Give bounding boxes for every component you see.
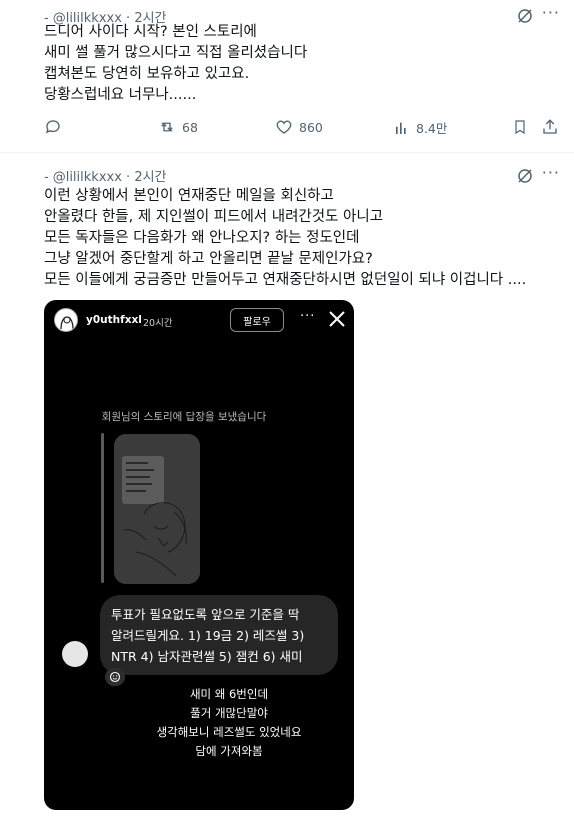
- close-icon[interactable]: [327, 309, 347, 329]
- thumbnail-illustration-icon: [114, 434, 200, 584]
- reply-message-bubble[interactable]: 투표가 필요없도록 앞으로 기준을 딱 알려드릴게요. 1) 19금 2) 레즈…: [100, 595, 338, 675]
- story-thumbnail[interactable]: [114, 434, 200, 584]
- tweet-meta: - @lililkkxxx · 2시간: [44, 170, 167, 185]
- story-overlay-text: 새미 왜 6번인데 풀거 개많단말야 생각해보니 레즈썰도 있었네요 담에 가져…: [156, 687, 302, 758]
- more-options-icon[interactable]: ···: [542, 163, 560, 182]
- story-username[interactable]: y0uthfxxl: [86, 314, 142, 326]
- share-button[interactable]: [541, 118, 559, 136]
- tweet-1[interactable]: - @lililkkxxx · 2시간 ··· 드디어 사이다 시작? 본인 스토…: [0, 0, 574, 152]
- views-count: 8.4만: [416, 121, 448, 136]
- reply-icon: [45, 120, 60, 134]
- attached-story-image[interactable]: y0uthfxxl 20시간 팔로우 ··· 회원님의 스토리에 답장을 보냈습…: [44, 300, 354, 810]
- tweet-time[interactable]: 2시간: [134, 170, 166, 185]
- follow-button[interactable]: 팔로우: [230, 308, 284, 332]
- reaction-icon[interactable]: [105, 668, 125, 686]
- tweet-2[interactable]: - @lililkkxxx · 2시간 ··· 이런 상황에서 본인이 연재중단 …: [0, 153, 574, 818]
- story-more-icon[interactable]: ···: [300, 309, 315, 324]
- like-button[interactable]: 860: [275, 118, 323, 136]
- retweet-button[interactable]: 68: [158, 118, 198, 136]
- share-icon: [543, 119, 557, 134]
- views-chart-icon: [396, 122, 406, 134]
- retweet-count: 68: [182, 119, 198, 135]
- tweet-text: 이런 상황에서 본인이 연재중단 메일을 회신하고 안올렸다 한들, 제 지인썰…: [44, 188, 527, 288]
- grok-icon[interactable]: [516, 167, 534, 185]
- like-count: 860: [299, 119, 323, 135]
- story-header: y0uthfxxl 20시간 팔로우 ···: [44, 300, 354, 344]
- story-time: 20시간: [143, 318, 173, 329]
- story-avatar[interactable]: [54, 308, 78, 332]
- heart-icon: [276, 120, 292, 134]
- tweet-actions: 68 860 8.4만: [44, 118, 559, 142]
- reply-sender-avatar[interactable]: [62, 641, 88, 667]
- views-button[interactable]: 8.4만: [394, 118, 447, 137]
- reply-button[interactable]: [44, 118, 62, 136]
- reply-message-text: 투표가 필요없도록 앞으로 기준을 딱 알려드릴게요. 1) 19금 2) 레즈…: [111, 607, 305, 664]
- more-options-icon[interactable]: ···: [542, 3, 560, 22]
- avatar-drawing-icon: [60, 316, 74, 330]
- grok-icon[interactable]: [516, 7, 534, 25]
- tweet-handle[interactable]: @lililkkxxx: [53, 170, 122, 185]
- reply-caption: 회원님의 스토리에 답장을 보냈습니다: [101, 411, 267, 423]
- bookmark-button[interactable]: [512, 118, 528, 136]
- tweet-text: 드디어 사이다 시작? 본인 스토리에 새미 썰 풀거 많으시다고 직접 올리셨…: [44, 24, 308, 103]
- bookmark-icon: [515, 120, 525, 135]
- reply-quote-bar: [101, 433, 104, 583]
- retweet-icon: [161, 122, 173, 132]
